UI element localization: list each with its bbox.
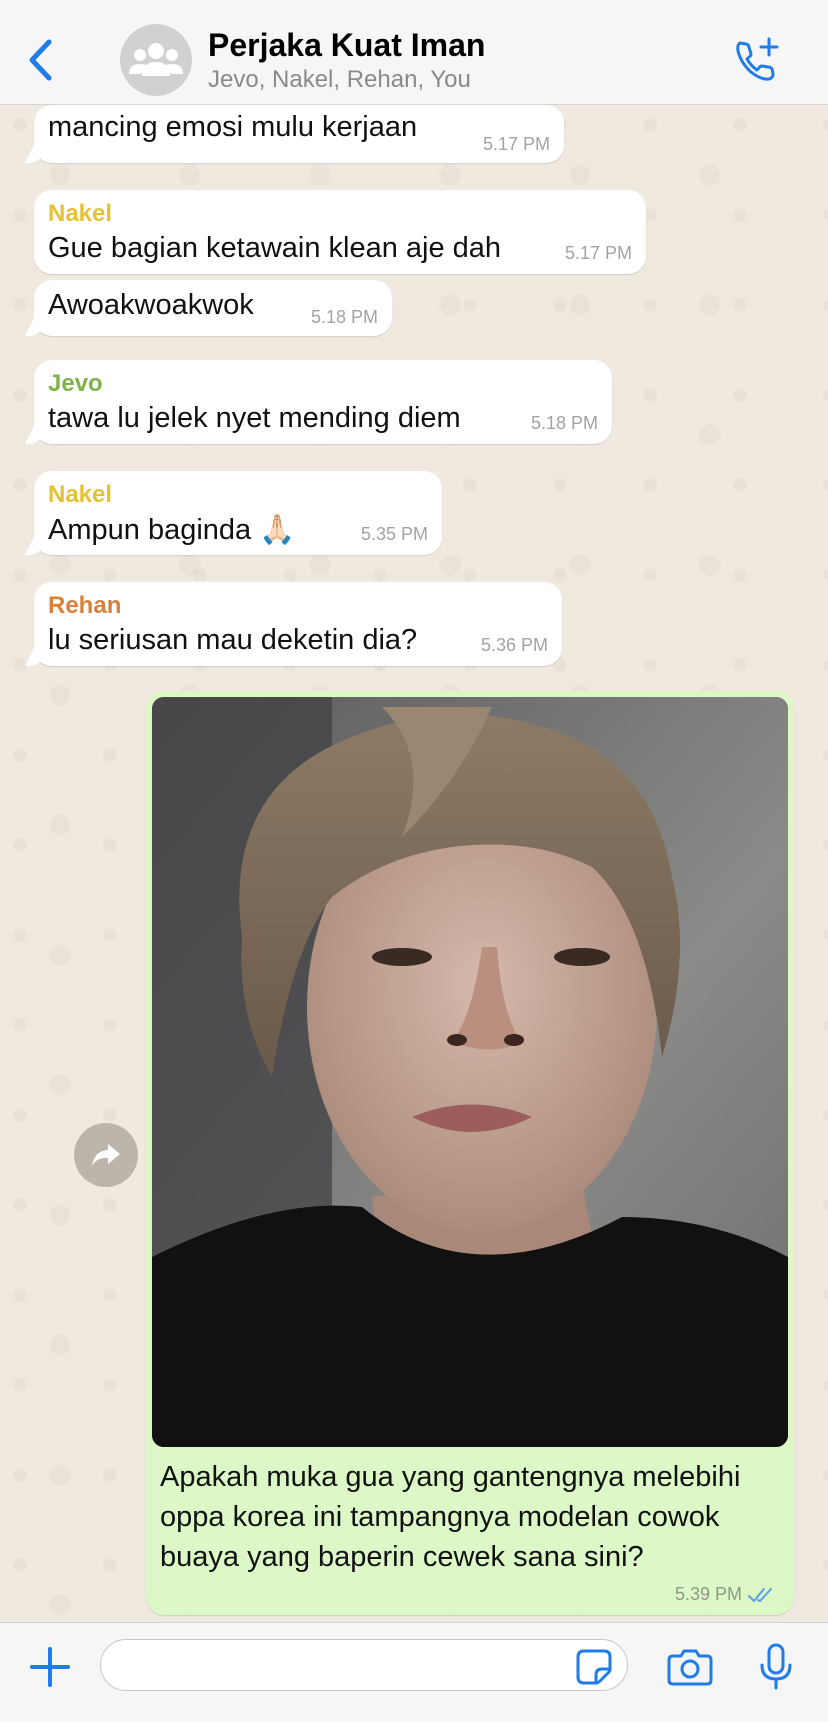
sender-name[interactable]: Rehan bbox=[48, 592, 548, 620]
outgoing-message-bubble[interactable]: Apakah muka gua yang gantengnya melebihi… bbox=[146, 691, 794, 1615]
message-time: 5.18 PM bbox=[310, 307, 378, 327]
message-time: 5.17 PM bbox=[564, 243, 632, 263]
sender-name[interactable]: Nakel bbox=[48, 481, 428, 509]
message-text: mancing emosi mulu kerjaan bbox=[48, 111, 418, 143]
message-text: Awoakwoakwok bbox=[48, 289, 254, 321]
message-text: lu seriusan mau deketin dia? bbox=[48, 624, 418, 656]
camera-button[interactable] bbox=[666, 1643, 714, 1691]
message-bubble[interactable]: Nakel Gue bagian ketawain klean aje dah … bbox=[34, 190, 646, 274]
phone-add-icon bbox=[736, 37, 779, 81]
chevron-left-icon bbox=[29, 39, 52, 81]
message-list[interactable]: mancing emosi mulu kerjaan 5.17 PM Nakel… bbox=[0, 105, 828, 1622]
message-text: Gue bagian ketawain klean aje dah bbox=[48, 232, 502, 264]
group-icon bbox=[129, 43, 183, 76]
microphone-icon bbox=[760, 1643, 792, 1690]
message-time: 5.17 PM bbox=[482, 134, 550, 154]
selfie-photo bbox=[152, 697, 788, 1447]
group-avatar[interactable] bbox=[120, 24, 192, 96]
message-time: 5.35 PM bbox=[360, 524, 428, 544]
forward-arrow-icon bbox=[92, 1144, 120, 1166]
chat-participants[interactable]: Jevo, Nakel, Rehan, You bbox=[208, 66, 471, 94]
add-call-button[interactable] bbox=[730, 34, 782, 86]
double-check-icon bbox=[748, 1587, 772, 1602]
forward-button[interactable] bbox=[74, 1123, 138, 1187]
message-bubble[interactable]: mancing emosi mulu kerjaan 5.17 PM bbox=[34, 105, 564, 163]
sticker-icon bbox=[576, 1649, 612, 1685]
message-bubble[interactable]: Jevo tawa lu jelek nyet mending diem 5.1… bbox=[34, 360, 612, 444]
outgoing-caption: Apakah muka gua yang gantengnya melebihi… bbox=[160, 1461, 741, 1573]
message-bubble[interactable]: Awoakwoakwok 5.18 PM bbox=[34, 280, 392, 336]
message-time: 5.18 PM bbox=[530, 413, 598, 433]
voice-message-button[interactable] bbox=[752, 1641, 800, 1693]
message-time: 5.36 PM bbox=[480, 635, 548, 655]
sticker-button[interactable] bbox=[574, 1647, 614, 1687]
attach-button[interactable] bbox=[26, 1643, 74, 1691]
message-meta: 5.39 PM bbox=[675, 1584, 776, 1605]
plus-icon bbox=[30, 1647, 70, 1687]
message-bubble[interactable]: Nakel Ampun baginda 🙏🏻 5.35 PM bbox=[34, 471, 442, 555]
message-text: Ampun baginda 🙏🏻 bbox=[48, 514, 296, 546]
camera-icon bbox=[667, 1649, 713, 1686]
sender-name[interactable]: Jevo bbox=[48, 370, 598, 398]
message-input[interactable] bbox=[100, 1639, 628, 1691]
message-text: tawa lu jelek nyet mending diem bbox=[48, 402, 461, 434]
chat-title[interactable]: Perjaka Kuat Iman bbox=[208, 27, 485, 64]
composer-bar bbox=[0, 1622, 828, 1722]
sender-name[interactable]: Nakel bbox=[48, 200, 632, 228]
chat-header: Perjaka Kuat Iman Jevo, Nakel, Rehan, Yo… bbox=[0, 0, 828, 105]
message-bubble[interactable]: Rehan lu seriusan mau deketin dia? 5.36 … bbox=[34, 582, 562, 666]
message-time: 5.39 PM bbox=[674, 1584, 742, 1604]
back-button[interactable] bbox=[20, 30, 60, 90]
photo-attachment[interactable] bbox=[152, 697, 788, 1447]
